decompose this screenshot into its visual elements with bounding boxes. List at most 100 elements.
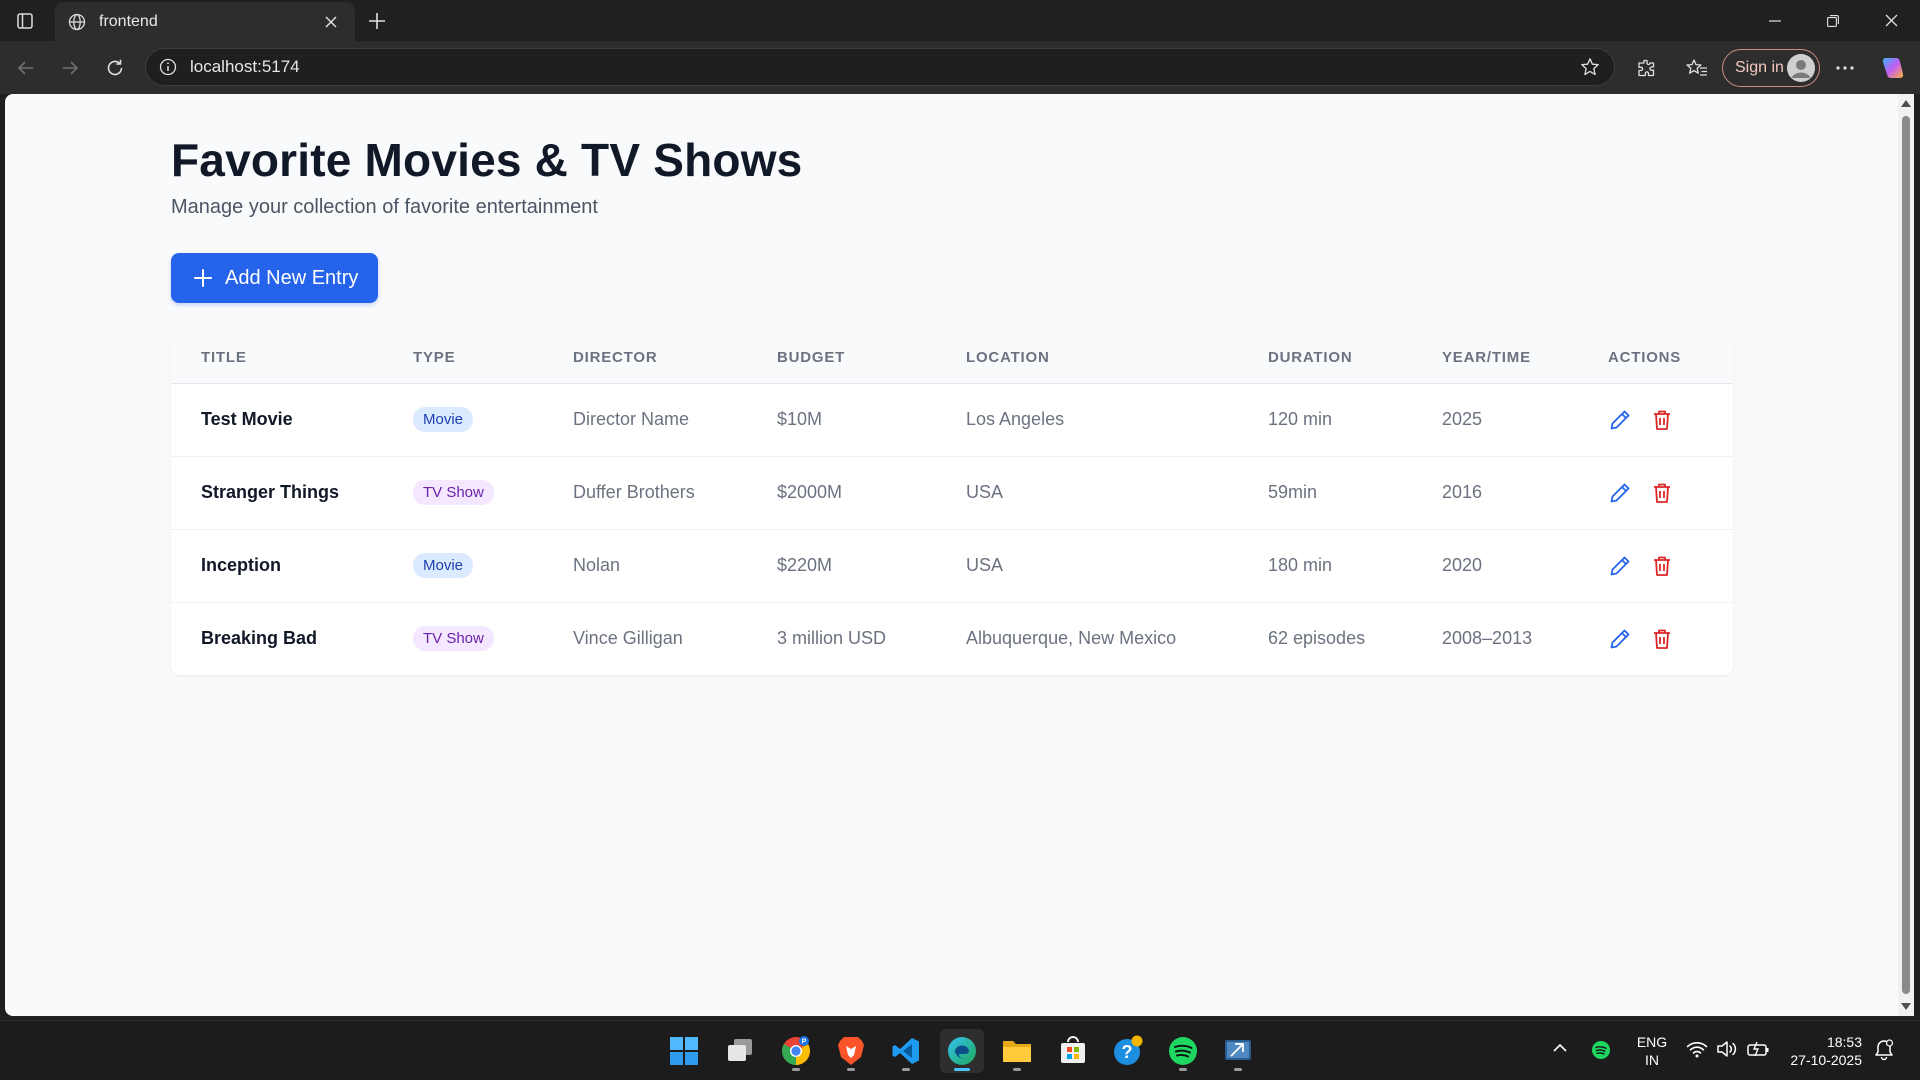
file-explorer-icon[interactable] [995, 1029, 1039, 1073]
new-tab-icon[interactable] [362, 6, 392, 36]
favorites-icon[interactable] [1679, 50, 1715, 86]
vscode-icon[interactable] [884, 1029, 928, 1073]
more-options-icon[interactable] [1827, 50, 1863, 86]
task-view-icon[interactable] [718, 1029, 762, 1073]
add-new-entry-label: Add New Entry [225, 266, 359, 289]
scroll-down-icon[interactable] [1901, 1003, 1911, 1010]
table-row: Test Movie Movie Director Name $10M Los … [171, 383, 1733, 457]
table-row: Inception Movie Nolan $220M USA 180 min … [171, 529, 1733, 603]
page-title: Favorite Movies & TV Shows [171, 134, 803, 186]
start-icon[interactable] [662, 1029, 706, 1073]
edit-icon[interactable] [1608, 408, 1632, 432]
edit-icon[interactable] [1608, 481, 1632, 505]
page-subtitle: Manage your collection of favorite enter… [171, 196, 598, 218]
language-indicator[interactable]: ENG IN [1630, 1033, 1674, 1069]
edge-icon[interactable] [940, 1029, 984, 1073]
type-badge: TV Show [413, 480, 494, 505]
page-content: Favorite Movies & TV Shows Manage your c… [171, 132, 1733, 675]
clock[interactable]: 18:53 27-10-2025 [1782, 1033, 1862, 1069]
back-icon[interactable] [8, 50, 44, 86]
budget-cell: $10M [747, 383, 936, 457]
notifications-icon[interactable] [1874, 1039, 1894, 1066]
type-cell: TV Show [383, 602, 543, 675]
type-badge: TV Show [413, 626, 494, 652]
extensions-icon[interactable] [1628, 50, 1664, 86]
running-indicator [1234, 1068, 1242, 1071]
browser-toolbar: localhost:5174 Sign in [0, 41, 1920, 94]
wifi-icon[interactable] [1686, 1040, 1708, 1063]
add-new-entry-button[interactable]: Add New Entry [171, 253, 378, 303]
restore-icon[interactable] [1804, 0, 1862, 41]
spotify-icon[interactable] [1161, 1029, 1205, 1073]
help-icon[interactable]: ? [1106, 1029, 1150, 1073]
table-row: Stranger Things TV Show Duffer Brothers … [171, 456, 1733, 530]
site-info-icon[interactable] [158, 57, 178, 77]
column-header-type[interactable]: TYPE [383, 333, 543, 384]
actions-cell [1578, 602, 1733, 675]
close-window-icon[interactable] [1862, 0, 1920, 41]
battery-icon[interactable] [1746, 1040, 1770, 1063]
store-icon[interactable] [1051, 1029, 1095, 1073]
delete-icon[interactable] [1650, 408, 1674, 432]
edit-icon[interactable] [1608, 554, 1632, 578]
globe-icon [67, 12, 87, 32]
running-indicator [847, 1068, 855, 1071]
duration-cell: 59min [1238, 456, 1412, 530]
delete-icon[interactable] [1650, 554, 1674, 578]
copilot-icon[interactable] [1875, 50, 1911, 86]
tab-title: frontend [99, 12, 158, 30]
volume-icon[interactable] [1716, 1040, 1738, 1063]
browser-tab[interactable]: frontend [55, 2, 355, 41]
title-cell: Inception [171, 529, 383, 603]
browser-tab-strip: frontend [0, 0, 1920, 41]
running-indicator [1013, 1068, 1021, 1071]
actions-cell [1578, 456, 1733, 530]
column-header-budget[interactable]: BUDGET [747, 333, 936, 384]
location-cell: USA [936, 456, 1238, 530]
show-hidden-icons-chevron-icon[interactable] [1552, 1041, 1568, 1059]
sign-in-label: Sign in [1735, 59, 1784, 76]
duration-cell: 180 min [1238, 529, 1412, 603]
brave-icon[interactable] [829, 1029, 873, 1073]
budget-cell: $220M [747, 529, 936, 603]
favorite-star-icon[interactable] [1572, 49, 1608, 85]
column-header-director[interactable]: DIRECTOR [543, 333, 747, 384]
column-header-duration[interactable]: DURATION [1238, 333, 1412, 384]
minimize-icon[interactable] [1746, 0, 1804, 41]
plus-icon [194, 269, 212, 287]
actions-cell [1578, 529, 1733, 603]
running-indicator [1179, 1068, 1187, 1071]
address-bar[interactable]: localhost:5174 [145, 48, 1615, 86]
profile-avatar-icon [1787, 54, 1815, 82]
actions-cell [1578, 383, 1733, 457]
remote-desktop-icon[interactable] [1216, 1029, 1260, 1073]
chrome-icon[interactable]: P [774, 1029, 818, 1073]
type-badge: Movie [413, 553, 474, 578]
page-viewport: Favorite Movies & TV Shows Manage your c… [5, 94, 1898, 1016]
sign-in-button[interactable]: Sign in [1722, 49, 1820, 87]
edit-icon[interactable] [1608, 627, 1632, 651]
column-header-year[interactable]: YEAR/TIME [1412, 333, 1578, 384]
column-header-location[interactable]: LOCATION [936, 333, 1238, 384]
running-indicator [954, 1068, 970, 1071]
reload-icon[interactable] [97, 50, 133, 86]
svg-text:P: P [802, 1039, 807, 1046]
windows-taskbar: P ? ENG IN 18:53 27-10-2025 [0, 1020, 1920, 1080]
delete-icon[interactable] [1650, 627, 1674, 651]
tab-actions-icon[interactable] [8, 6, 42, 36]
table-row: Breaking Bad TV Show Vince Gilligan 3 mi… [171, 602, 1733, 675]
close-tab-icon[interactable] [319, 10, 343, 34]
type-badge: Movie [413, 407, 474, 432]
scroll-thumb[interactable] [1902, 116, 1910, 994]
scroll-up-icon[interactable] [1901, 100, 1911, 107]
clock-time: 18:53 [1826, 1034, 1862, 1050]
location-cell: USA [936, 529, 1238, 603]
column-header-title[interactable]: TITLE [171, 333, 383, 384]
page-scrollbar[interactable] [1898, 94, 1914, 1016]
delete-icon[interactable] [1650, 481, 1674, 505]
spotify-tray-icon[interactable] [1591, 1040, 1611, 1065]
type-cell: TV Show [383, 456, 543, 530]
director-cell: Duffer Brothers [543, 456, 747, 530]
title-cell: Test Movie [171, 383, 383, 457]
forward-icon[interactable] [52, 50, 88, 86]
